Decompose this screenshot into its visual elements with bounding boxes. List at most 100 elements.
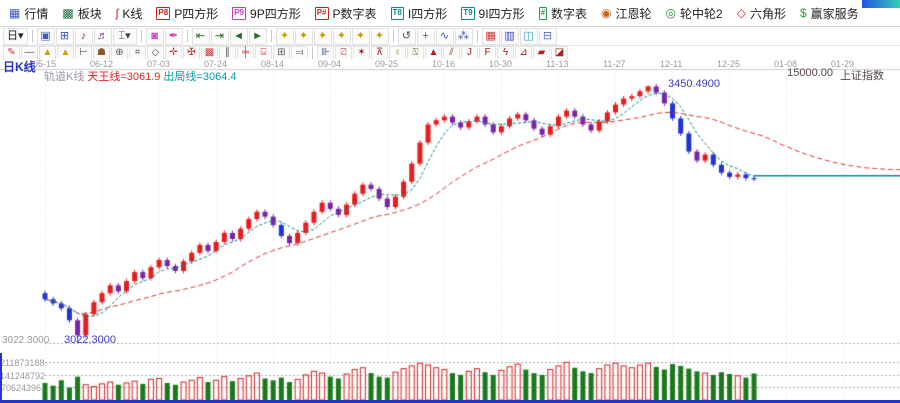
indicator-line1-value: 天王线=3061.9 [87,68,160,84]
tool-button-tb2-24[interactable]: + [417,28,435,45]
tool-button-tb3-6[interactable]: ⊕ [111,46,128,60]
tool-button-tb3-5[interactable]: ☗ [93,46,110,60]
tool-button-tb2-14[interactable]: ► [249,28,267,45]
tool-button-tb2-17[interactable]: ✦ [295,28,313,45]
tool-button-tb3-8[interactable]: ◇ [147,46,164,60]
tool-button-tb2-5[interactable]: ♬ [94,28,112,45]
date-label: 09-04 [318,59,341,69]
板块-icon: ▩ [62,7,73,19]
tool-button-tb3-30[interactable]: ▰ [533,46,550,60]
tool-button-tb3-26[interactable]: J [461,46,478,60]
menu-item-9P四方形[interactable]: P99P四方形 [225,0,307,26]
数字表-icon: # [539,7,547,20]
K线-icon: ʃ [116,7,119,19]
menu-item-赢家服务[interactable]: $赢家服务 [793,0,866,26]
tool-button-tb2-29[interactable]: ▥ [501,28,519,45]
menu-label: 江恩轮 [616,5,652,22]
tool-button-tb2-28[interactable]: ▦ [482,28,500,45]
menu-label: 行情 [24,5,48,22]
江恩轮-icon: ◉ [601,7,611,19]
menu-item-I四方形[interactable]: T8I四方形 [384,0,455,26]
tool-button-tb3-1[interactable]: — [21,46,38,60]
tool-button-tb3-28[interactable]: ϟ [497,46,514,60]
tool-button-tb3-20[interactable]: ✶ [353,46,370,60]
period-label[interactable]: 日K线 [3,61,36,74]
tool-button-tb3-12[interactable]: ∥ [219,46,236,60]
menu-item-轮中轮2[interactable]: ◎轮中轮2 [659,0,730,26]
tool-button-tb3-21[interactable]: ⊼ [371,46,388,60]
tool-button-tb3-9[interactable]: ✛ [165,46,182,60]
tool-button-tb3-3[interactable]: ▲ [57,46,74,60]
menu-label: 数字表 [551,5,587,22]
tool-button-tb3-31[interactable]: ◪ [551,46,568,60]
tool-button-tb3-22[interactable]: ♁ [389,46,406,60]
tool-button-tb2-30[interactable]: ◫ [520,28,538,45]
tool-button-tb2-3[interactable]: ⊞ [56,28,74,45]
tool-button-tb3-10[interactable]: ✠ [183,46,200,60]
date-label: 06-12 [90,59,113,69]
menu-label: K线 [122,5,142,22]
tool-button-tb2-23[interactable]: ↺ [398,28,416,45]
chart-area[interactable]: 日K线 轨道K线 天王线=3061.9 出局线=3064.4 3450.4900… [0,59,900,403]
tool-button-tb2-20[interactable]: ✦ [352,28,370,45]
date-label: 09-25 [375,59,398,69]
tool-button-tb3-11[interactable]: ▩ [201,46,218,60]
tool-button-tb2-12[interactable]: ⇥ [211,28,229,45]
date-label: 12-11 [660,59,682,69]
tool-button-tb2-13[interactable]: ◄ [230,28,248,45]
tool-button-tb2-21[interactable]: ✦ [371,28,389,45]
tool-button-tb2-16[interactable]: ✦ [276,28,294,45]
period-selector[interactable]: 日▾ [3,28,28,45]
tool-button-tb3-23[interactable]: ⍂ [407,46,424,60]
menu-item-9I四方形[interactable]: T99I四方形 [454,0,531,26]
tool-button-tb3-7[interactable]: ⌗ [129,46,146,60]
toolbar-separator [477,30,478,42]
tool-button-tb2-4[interactable]: ♪ [75,28,93,45]
toolbar-main: ▦行情▩板块ʃK线P8P四方形P99P四方形P#P数字表T8I四方形T99I四方… [0,0,900,27]
tool-button-tb2-26[interactable]: ⁂ [455,28,473,45]
tool-button-tb3-19[interactable]: ⍁ [335,46,352,60]
tool-button-tb3-18[interactable]: ⊪ [317,46,334,60]
menu-item-数字表[interactable]: # 数字表 [532,0,594,26]
tool-button-tb3-24[interactable]: ▲ [425,46,442,60]
indicator-line2-value: 出局线=3064.4 [163,68,236,84]
kline-canvas[interactable] [0,59,900,403]
tool-button-tb3-13[interactable]: ╪ [237,46,254,60]
menu-item-行情[interactable]: ▦行情 [2,0,55,26]
tool-button-tb3-25[interactable]: ⫽ [443,46,460,60]
menu-label: 赢家服务 [811,5,859,22]
tool-button-tb2-19[interactable]: ✦ [333,28,351,45]
menu-item-六角形[interactable]: ◇六角形 [730,0,793,26]
tool-button-tb3-15[interactable]: ⊞ [273,46,290,60]
tool-button-tb2-6[interactable]: ⌶▾ [113,28,137,45]
tool-button-tb3-2[interactable]: ▲ [39,46,56,60]
menu-item-P数字表[interactable]: P#P数字表 [308,0,384,26]
P数字表-icon: P# [315,7,329,20]
volume-axis-label: 211873188 [0,358,41,368]
tool-button-tb3-27[interactable]: F [479,46,496,60]
六角形-icon: ◇ [737,7,746,19]
tool-button-tb2-9[interactable]: ✒ [165,28,183,45]
tool-button-tb3-0[interactable]: ✎ [3,46,20,60]
menu-item-P四方形[interactable]: P8P四方形 [149,0,225,26]
tool-button-tb2-11[interactable]: ⇤ [192,28,210,45]
toolbar-controls: 日▾▣⊞♪♬⌶▾◙✒⇤⇥◄►✦✦✦✦✦✦↺+∿⁂▦▥◫⊟ [0,27,900,46]
date-label: 10-30 [489,59,512,69]
tool-button-tb2-25[interactable]: ∿ [436,28,454,45]
tool-button-tb3-29[interactable]: ⊿ [515,46,532,60]
menu-item-K线[interactable]: ʃK线 [109,0,150,26]
tool-button-tb2-18[interactable]: ✦ [314,28,332,45]
menu-item-板块[interactable]: ▩板块 [55,0,108,26]
tool-button-tb3-14[interactable]: ⌸ [255,46,272,60]
tool-button-tb2-2[interactable]: ▣ [37,28,55,45]
menu-label: 9P四方形 [250,5,301,22]
P四方形-icon: P8 [156,7,170,20]
tool-button-tb3-16[interactable]: ⫤ [291,46,308,60]
tool-button-tb3-4[interactable]: ⊢ [75,46,92,60]
volume-panel-border [0,353,2,401]
volume-axis-label: 141248792 [0,371,41,381]
tool-button-tb2-31[interactable]: ⊟ [539,28,557,45]
tool-button-tb2-8[interactable]: ◙ [146,28,164,45]
menu-item-江恩轮[interactable]: ◉ 江恩轮 [594,0,659,26]
date-label: 11-27 [603,59,625,69]
